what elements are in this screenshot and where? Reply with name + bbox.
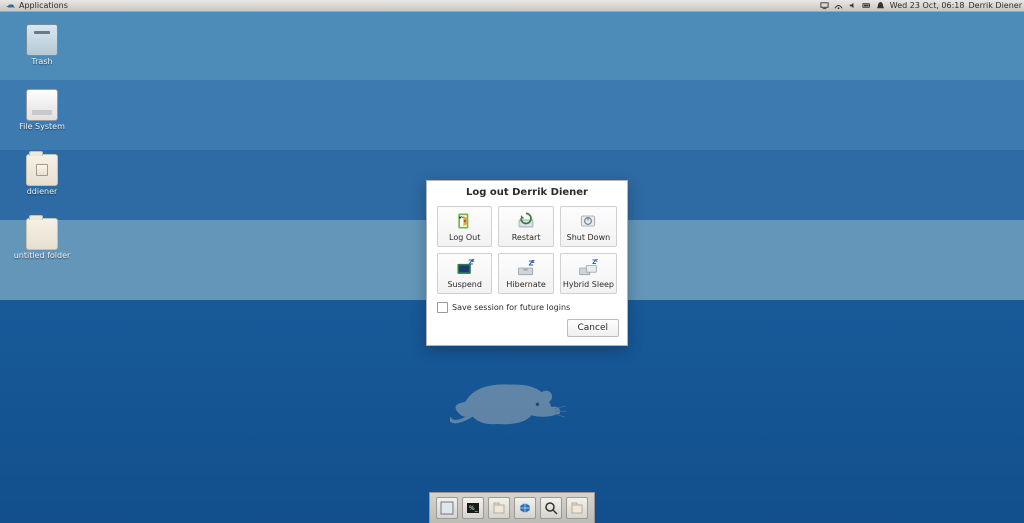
save-session-label: Save session for future logins [452,303,570,312]
tray-network-icon[interactable] [834,1,844,11]
dock-terminal[interactable]: %_ [462,497,484,519]
dock-show-desktop[interactable] [436,497,458,519]
applications-label: Applications [19,1,68,10]
user-name[interactable]: Derrik Diener [968,1,1022,10]
desktop-icon-label: ddiener [27,188,58,197]
hibernate-icon: Zz [514,258,538,278]
desktop-icon-filesystem[interactable]: File System [18,89,66,132]
action-label: Hybrid Sleep [563,281,614,290]
dock-search[interactable] [540,497,562,519]
dock-files[interactable] [488,497,510,519]
tray-volume-icon[interactable] [848,1,858,11]
cancel-button[interactable]: Cancel [567,319,620,337]
desktop-icons: Trash File System ddiener untitled folde… [18,24,66,261]
action-label: Log Out [449,234,480,243]
desktop-icon-label: Trash [31,58,52,67]
action-label: Shut Down [567,234,611,243]
restart-button[interactable]: Restart [498,206,553,247]
dialog-title: Log out Derrik Diener [427,181,627,200]
shutdown-button[interactable]: Shut Down [560,206,617,247]
tray-notification-icon[interactable] [876,1,886,11]
logout-button[interactable]: Log Out [437,206,492,247]
desktop-icon-home[interactable]: ddiener [18,154,66,197]
dock-browser[interactable] [514,497,536,519]
svg-text:%_: %_ [469,505,479,512]
hibernate-button[interactable]: Zz Hibernate [498,253,553,294]
hybrid-sleep-icon: Zz [576,258,600,278]
desktop-icon-label: untitled folder [14,252,71,261]
drive-icon [26,89,58,121]
desktop-icon-untitled-folder[interactable]: untitled folder [18,218,66,261]
suspend-button[interactable]: Zz Suspend [437,253,492,294]
suspend-icon: Zz [453,258,477,278]
bottom-dock: %_ [429,492,595,523]
svg-text:z: z [471,258,474,264]
xfce-mouse-icon [6,2,16,10]
svg-text:z: z [532,259,535,265]
action-label: Hibernate [506,281,545,290]
top-panel: Applications Wed 23 Oct, 06:18 Derrik Di… [0,0,1024,12]
logout-dialog: Log out Derrik Diener Log Out Restart Sh… [426,180,628,346]
clock[interactable]: Wed 23 Oct, 06:18 [890,1,965,10]
home-folder-icon [26,154,58,186]
desktop-icon-trash[interactable]: Trash [18,24,66,67]
shutdown-icon [576,211,600,231]
logout-actions-grid: Log Out Restart Shut Down Zz Suspend Zz … [427,200,627,300]
dock-folder[interactable] [566,497,588,519]
trash-icon [26,24,58,56]
applications-menu[interactable]: Applications [2,1,72,10]
restart-icon [514,211,538,231]
save-session-row: Save session for future logins [427,300,627,319]
svg-text:z: z [596,258,599,262]
tray-monitor-icon[interactable] [820,1,830,11]
desktop-icon-label: File System [19,123,65,132]
save-session-checkbox[interactable] [437,302,448,313]
folder-icon [26,218,58,250]
action-label: Suspend [447,281,481,290]
logout-icon [453,211,477,231]
action-label: Restart [512,234,541,243]
hybrid-sleep-button[interactable]: Zz Hybrid Sleep [560,253,617,294]
tray-battery-icon[interactable] [862,1,872,11]
xfce-mouse-artwork [450,365,570,439]
